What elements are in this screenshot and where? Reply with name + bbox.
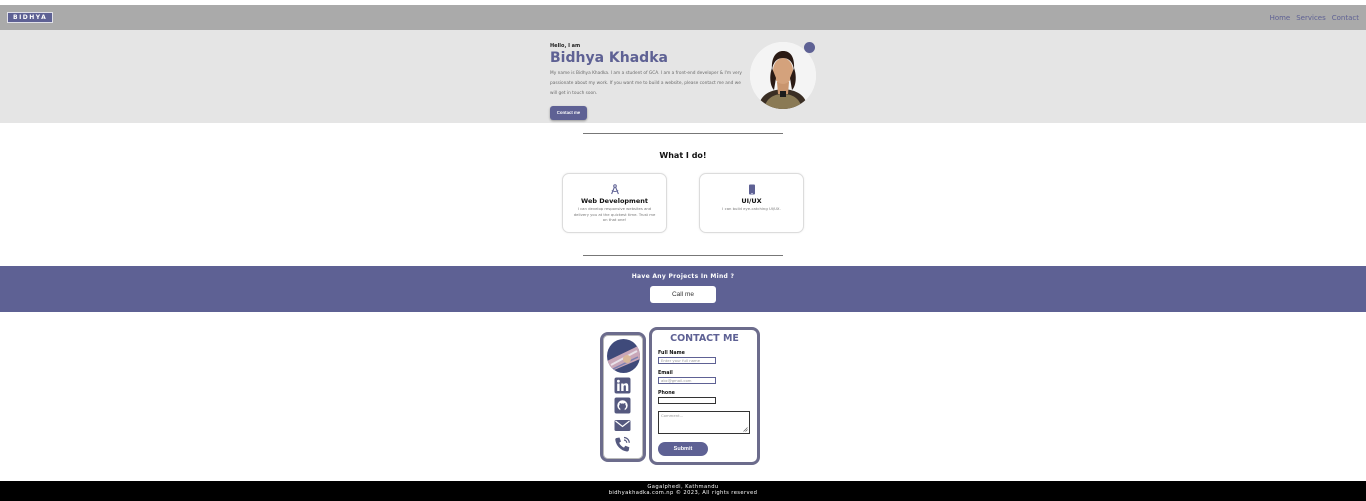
avatar-badge-dot [804, 42, 815, 53]
email-input[interactable]: abc@gmail.com [658, 377, 716, 384]
github-icon[interactable] [614, 397, 631, 414]
contact-title: CONTACT ME [670, 333, 739, 344]
resize-grip-icon[interactable] [743, 427, 748, 432]
nav-link-services[interactable]: Services [1296, 14, 1326, 22]
submit-button[interactable]: Submit [658, 442, 708, 456]
navbar: BIDHYA Home Services Contact [0, 5, 1366, 30]
service-card-description: I can build eye-catching UI/UX. [722, 206, 781, 211]
social-sidebar-card [600, 332, 646, 462]
nav-links: Home Services Contact [1270, 14, 1359, 22]
cta-band: Have Any Projects In Mind ? Call me [0, 266, 1366, 312]
service-card-title: UI/UX [741, 197, 762, 205]
services-title: What I do! [659, 151, 707, 160]
phone-input[interactable] [658, 397, 716, 404]
full-name-input[interactable]: Enter your full name [658, 357, 716, 364]
hero-greeting: Hello, I am [550, 43, 581, 49]
footer-copyright: bidhyakhadka.com.np © 2023, All rights r… [608, 490, 758, 496]
phone-call-icon[interactable] [614, 436, 631, 453]
contact-form-card: CONTACT ME Full Name Enter your full nam… [649, 327, 760, 465]
section-divider-bottom [583, 255, 783, 256]
site-logo[interactable]: BIDHYA [7, 12, 54, 23]
service-card-title: Web Development [581, 197, 648, 205]
service-card-web-development: Web Development I can develop responsive… [562, 173, 667, 233]
nav-link-home[interactable]: Home [1270, 14, 1291, 22]
hero-section: Hello, I am Bidhya Khadka My name is Bid… [0, 30, 1366, 123]
comment-textarea[interactable]: Comment... [658, 411, 750, 434]
call-me-button[interactable]: Call me [650, 286, 716, 303]
hero-name: Bidhya Khadka [550, 50, 668, 66]
linkedin-icon[interactable] [614, 377, 631, 394]
phone-label: Phone [658, 391, 675, 396]
compass-icon [610, 184, 619, 195]
full-name-label: Full Name [658, 351, 685, 356]
mail-icon[interactable] [614, 417, 631, 434]
contact-me-button[interactable]: Contact me [550, 105, 587, 120]
service-card-description: I can develop responsive websites and de… [573, 206, 656, 222]
service-card-ui-ux: UI/UX I can build eye-catching UI/UX. [699, 173, 804, 233]
email-label: Email [658, 371, 673, 376]
hero-description: My name is Bidhya Khadka. I am a student… [550, 71, 742, 96]
nav-link-contact[interactable]: Contact [1332, 14, 1359, 22]
hero-text: Hello, I am Bidhya Khadka My name is Bid… [550, 43, 748, 120]
cta-title: Have Any Projects In Mind ? [631, 273, 735, 280]
contact-photo [607, 339, 640, 373]
footer: Gagalphedi, Kathmandu bidhyakhadka.com.n… [0, 481, 1366, 501]
phone-icon [748, 184, 755, 195]
comment-placeholder: Comment... [661, 413, 684, 418]
section-divider-top [583, 133, 783, 134]
